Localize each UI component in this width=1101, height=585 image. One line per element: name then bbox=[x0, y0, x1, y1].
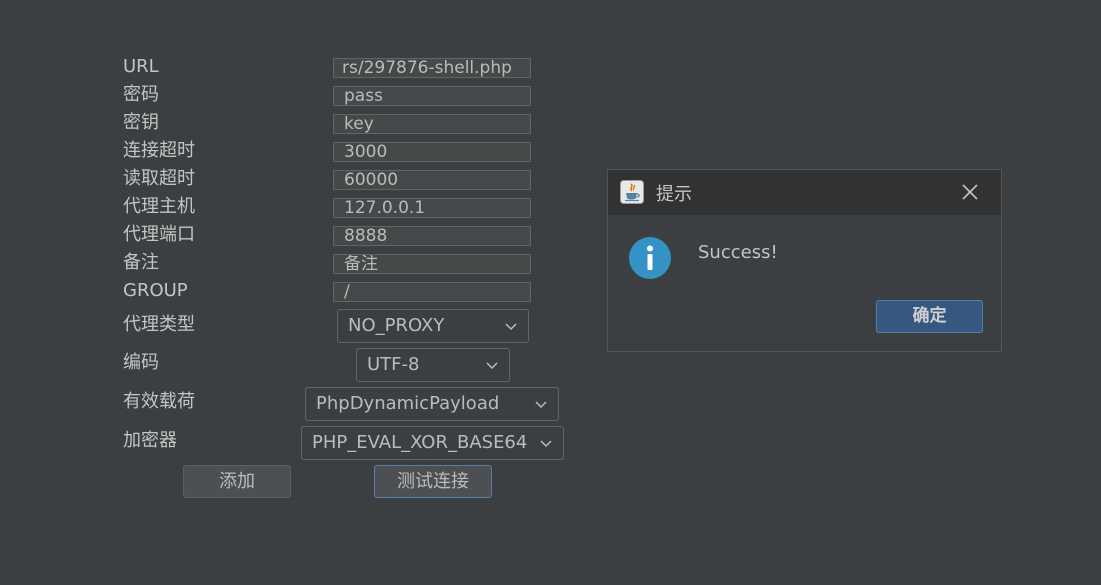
read-timeout-label: 读取超时 bbox=[123, 168, 195, 189]
group-field[interactable]: / bbox=[333, 282, 531, 302]
add-button[interactable]: 添加 bbox=[183, 465, 291, 498]
chevron-down-icon bbox=[505, 323, 517, 331]
key-field[interactable]: key bbox=[333, 114, 531, 134]
dialog-message: Success! bbox=[698, 242, 778, 263]
key-label: 密钥 bbox=[123, 112, 159, 133]
url-field[interactable]: rs/297876-shell.php bbox=[333, 58, 531, 78]
encoding-label: 编码 bbox=[123, 352, 159, 373]
proxy-host-label: 代理主机 bbox=[123, 196, 195, 217]
group-label: GROUP bbox=[123, 280, 188, 301]
remark-label: 备注 bbox=[123, 252, 159, 273]
payload-label: 有效载荷 bbox=[123, 391, 195, 412]
chevron-down-icon bbox=[486, 362, 498, 370]
url-label: URL bbox=[123, 56, 159, 77]
remark-field[interactable]: 备注 bbox=[333, 254, 531, 274]
encoding-select[interactable]: UTF-8 bbox=[356, 348, 510, 382]
proxy-type-label: 代理类型 bbox=[123, 314, 195, 335]
proxy-type-select[interactable]: NO_PROXY bbox=[337, 309, 529, 343]
proxy-type-value: NO_PROXY bbox=[348, 315, 445, 336]
cryption-select[interactable]: PHP_EVAL_XOR_BASE64 bbox=[301, 426, 564, 460]
message-dialog: 提示 Success! 确定 bbox=[607, 169, 1002, 352]
proxy-port-label: 代理端口 bbox=[123, 224, 195, 245]
payload-value: PhpDynamicPayload bbox=[316, 393, 500, 414]
encoding-value: UTF-8 bbox=[367, 354, 420, 375]
java-icon bbox=[620, 180, 644, 204]
proxy-port-field[interactable]: 8888 bbox=[333, 226, 531, 246]
password-label: 密码 bbox=[123, 84, 159, 105]
shell-setting-window: URL 密码 密钥 连接超时 读取超时 代理主机 代理端口 备注 GROUP 代… bbox=[0, 0, 1101, 585]
dialog-title-bar: 提示 bbox=[608, 170, 1001, 215]
dialog-title: 提示 bbox=[656, 184, 692, 205]
chevron-down-icon bbox=[535, 401, 547, 409]
ok-button[interactable]: 确定 bbox=[876, 300, 983, 333]
cryption-value: PHP_EVAL_XOR_BASE64 bbox=[312, 432, 528, 453]
chevron-down-icon bbox=[540, 440, 552, 448]
connect-timeout-field[interactable]: 3000 bbox=[333, 142, 531, 162]
cryption-label: 加密器 bbox=[123, 430, 177, 451]
read-timeout-field[interactable]: 60000 bbox=[333, 170, 531, 190]
payload-select[interactable]: PhpDynamicPayload bbox=[305, 387, 559, 421]
info-icon bbox=[629, 237, 671, 279]
test-connection-button[interactable]: 测试连接 bbox=[374, 465, 492, 498]
proxy-host-field[interactable]: 127.0.0.1 bbox=[333, 198, 531, 218]
connect-timeout-label: 连接超时 bbox=[123, 140, 195, 161]
close-icon[interactable] bbox=[959, 181, 981, 203]
password-field[interactable]: pass bbox=[333, 86, 531, 106]
